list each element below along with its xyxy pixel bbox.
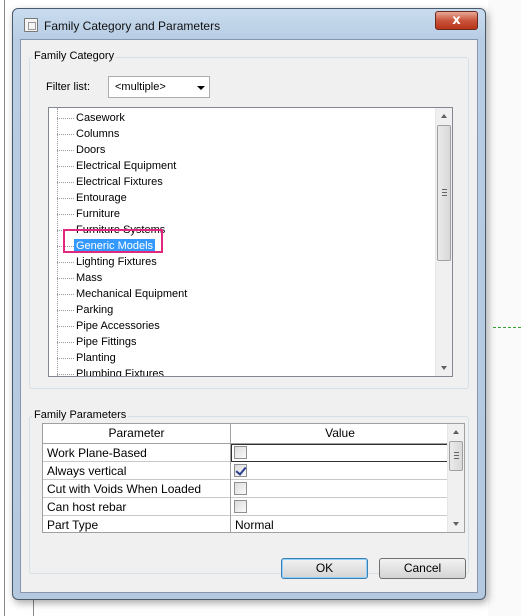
tree-connector <box>57 182 74 183</box>
tree-connector <box>57 342 74 343</box>
tree-connector <box>57 118 74 119</box>
tree-item-label: Mechanical Equipment <box>76 288 188 300</box>
tree-item-label: Electrical Fixtures <box>76 176 163 188</box>
parameter-name: Can host rebar <box>47 500 127 514</box>
value-checkbox[interactable] <box>234 464 247 477</box>
tree-item[interactable]: Electrical Equipment <box>49 158 429 174</box>
tree-connector <box>57 358 74 359</box>
tree-connector <box>57 374 74 375</box>
app-icon <box>24 18 38 32</box>
tree-item[interactable]: Parking <box>49 302 429 318</box>
grip-line <box>454 455 459 456</box>
grid-header: Parameter Value <box>43 424 449 444</box>
column-header-parameter[interactable]: Parameter <box>43 424 230 444</box>
background-dashed-line <box>493 327 521 328</box>
tree-item[interactable]: Doors <box>49 142 429 158</box>
title-bar[interactable]: Family Category and Parameters x <box>13 9 485 39</box>
tree-item[interactable]: Furniture <box>49 206 429 222</box>
tree-item[interactable]: Mechanical Equipment <box>49 286 429 302</box>
filter-list-dropdown[interactable]: <multiple> <box>108 76 210 98</box>
grip-line <box>454 452 459 453</box>
scroll-thumb[interactable] <box>449 441 463 471</box>
tree-item-label: Lighting Fixtures <box>76 256 157 268</box>
family-parameters-label: Family Parameters <box>32 409 129 421</box>
scroll-thumb[interactable] <box>437 125 451 261</box>
scroll-up-button[interactable] <box>436 108 452 125</box>
tree-item-label: Mass <box>76 272 103 284</box>
grip-line <box>454 458 459 459</box>
tree-item[interactable]: Casework <box>49 110 429 126</box>
parameter-name: Always vertical <box>47 464 127 478</box>
parameter-name: Part Type <box>47 518 99 532</box>
tree-item-label: Pipe Accessories <box>76 320 160 332</box>
tree-connector <box>57 278 74 279</box>
parameter-value[interactable]: Normal <box>235 518 274 532</box>
grip-line <box>442 192 447 193</box>
tree-connector <box>57 134 74 135</box>
tree-item-label: Electrical Equipment <box>76 160 177 172</box>
tree-item-label: Furniture <box>76 208 121 220</box>
tree-item[interactable]: Pipe Fittings <box>49 334 429 350</box>
tree-item-label: Entourage <box>76 192 127 204</box>
category-tree-scrollbar[interactable] <box>435 108 452 376</box>
tree-item-label: Columns <box>76 128 120 140</box>
tree-item[interactable]: Entourage <box>49 190 429 206</box>
parameter-name: Cut with Voids When Loaded <box>47 482 202 496</box>
grip-line <box>442 195 447 196</box>
tree-item[interactable]: Pipe Accessories <box>49 318 429 334</box>
filter-list-label: Filter list: <box>46 81 90 93</box>
table-row[interactable]: Can host rebar <box>43 498 449 516</box>
tree-item-label: Doors <box>76 144 106 156</box>
tree-item[interactable]: Lighting Fixtures <box>49 254 429 270</box>
background-line <box>4 0 5 616</box>
parameters-scrollbar[interactable] <box>447 424 464 532</box>
tree-connector <box>57 326 74 327</box>
tree-item-label: Parking <box>76 304 114 316</box>
table-row[interactable]: Cut with Voids When Loaded <box>43 480 449 498</box>
value-checkbox[interactable] <box>234 500 247 513</box>
filter-list-value: <multiple> <box>115 81 166 93</box>
tree-item[interactable]: Columns <box>49 126 429 142</box>
close-button[interactable]: x <box>435 11 478 30</box>
dialog-title: Family Category and Parameters <box>44 19 221 33</box>
dialog-window: Family Category and Parameters x Family … <box>12 8 486 600</box>
value-checkbox[interactable] <box>234 482 247 495</box>
parameters-grid[interactable]: Parameter Value Work Plane-Based Always v… <box>42 423 465 533</box>
focused-cell <box>231 444 449 462</box>
table-row[interactable]: Always vertical <box>43 462 449 480</box>
dialog-client-area: Family Category Filter list: <multiple> … <box>20 39 478 593</box>
chevron-down-icon <box>197 86 205 90</box>
tree-item[interactable]: Mass <box>49 270 429 286</box>
tree-connector <box>57 310 74 311</box>
family-category-label: Family Category <box>32 50 117 62</box>
tree-connector <box>57 294 74 295</box>
tree-item[interactable]: Planting <box>49 350 429 366</box>
scroll-down-button[interactable] <box>448 515 464 532</box>
tree-connector <box>57 166 74 167</box>
cancel-button[interactable]: Cancel <box>379 558 466 579</box>
tree-item-label: Plumbing Fixtures <box>76 368 165 377</box>
background-line <box>33 598 34 616</box>
grip-line <box>442 189 447 190</box>
parameter-name: Work Plane-Based <box>47 446 147 460</box>
column-divider <box>230 424 231 532</box>
tree-connector <box>57 198 74 199</box>
scroll-down-button[interactable] <box>436 359 452 376</box>
tree-item-label: Casework <box>76 112 125 124</box>
tree-item-label: Planting <box>76 352 116 364</box>
tree-item[interactable]: Electrical Fixtures <box>49 174 429 190</box>
background-app-area <box>488 0 521 616</box>
ok-button[interactable]: OK <box>281 558 368 579</box>
tree-connector <box>57 262 74 263</box>
annotation-highlight-box <box>63 229 163 253</box>
tree-item[interactable]: Plumbing Fixtures <box>49 366 429 377</box>
tree-connector <box>57 214 74 215</box>
column-header-value[interactable]: Value <box>231 424 449 444</box>
tree-item-label: Pipe Fittings <box>76 336 137 348</box>
category-tree[interactable]: Casework Columns Doors Electrical Equipment… <box>48 107 453 377</box>
tree-connector <box>57 150 74 151</box>
table-row[interactable]: Part Type Normal <box>43 516 449 532</box>
scroll-up-button[interactable] <box>448 424 464 441</box>
